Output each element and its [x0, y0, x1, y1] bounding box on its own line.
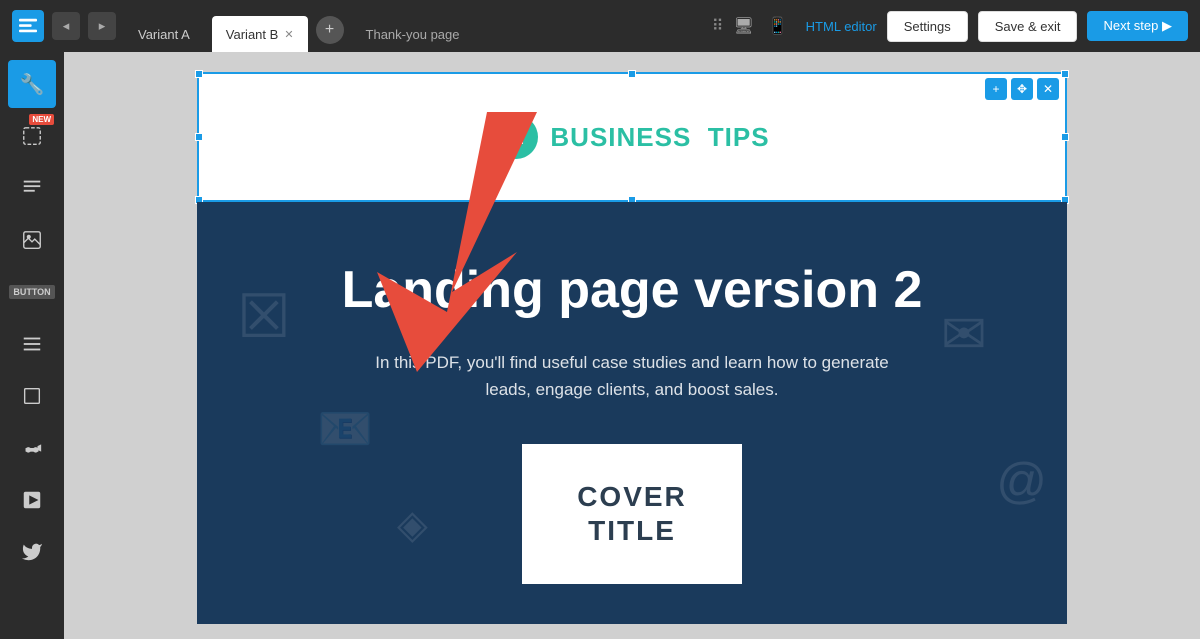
- bg-icon-5: ◈: [397, 502, 428, 548]
- logo-accent: TIPS: [708, 122, 770, 152]
- play-icon: [21, 489, 43, 511]
- topbar: ◂ ▸ Variant A Variant B ✕ + Thank-you pa…: [0, 0, 1200, 52]
- app-logo: [12, 10, 44, 42]
- tool-selection[interactable]: NEW: [8, 112, 56, 160]
- new-badge: NEW: [29, 114, 54, 125]
- block-controls: + ✥ ✕: [985, 78, 1059, 100]
- block-delete-button[interactable]: ✕: [1037, 78, 1059, 100]
- selection-icon: [21, 125, 43, 147]
- video-icon: [21, 437, 43, 459]
- handle-top-center[interactable]: [628, 70, 636, 78]
- next-step-button[interactable]: Next step ▶: [1087, 11, 1188, 41]
- html-editor-link[interactable]: HTML editor: [806, 19, 877, 34]
- landing-subtext: In this PDF, you'll find useful case stu…: [372, 349, 892, 403]
- left-sidebar: 🔧 NEW BUTTON: [0, 52, 64, 639]
- canvas-area[interactable]: + ✥ ✕ E BUSINESS TIPS: [64, 52, 1200, 639]
- tab-close-icon[interactable]: ✕: [284, 28, 293, 41]
- handle-top-left[interactable]: [195, 70, 203, 78]
- handle-top-right[interactable]: [1061, 70, 1069, 78]
- landing-heading: Landing page version 2: [342, 262, 923, 319]
- topbar-right: ⠿ 🖥 📱 HTML editor Settings Save & exit N…: [712, 11, 1188, 42]
- image-icon: [21, 229, 43, 251]
- page-canvas: + ✥ ✕ E BUSINESS TIPS: [197, 72, 1067, 624]
- back-arrow[interactable]: ◂: [52, 12, 80, 40]
- grid-icon[interactable]: ⠿: [712, 16, 724, 36]
- logo-circle: E: [494, 115, 538, 159]
- block-move-button[interactable]: ✥: [1011, 78, 1033, 100]
- handle-mid-right[interactable]: [1061, 133, 1069, 141]
- tool-video[interactable]: [8, 424, 56, 472]
- header-block[interactable]: + ✥ ✕ E BUSINESS TIPS: [197, 72, 1067, 202]
- desktop-icon[interactable]: 🖥: [733, 16, 753, 36]
- settings-button[interactable]: Settings: [887, 11, 968, 42]
- logo-area: E BUSINESS TIPS: [494, 115, 769, 159]
- tool-play[interactable]: [8, 476, 56, 524]
- save-exit-button[interactable]: Save & exit: [978, 11, 1078, 42]
- cover-box: COVER TITLE: [522, 444, 742, 584]
- tool-divider[interactable]: [8, 320, 56, 368]
- device-switcher: 🖥 📱: [733, 16, 787, 36]
- tool-wrench[interactable]: 🔧: [8, 60, 56, 108]
- mobile-icon[interactable]: 📱: [768, 16, 788, 36]
- text-icon: [21, 177, 43, 199]
- tab-variant-a[interactable]: Variant A: [124, 16, 204, 52]
- cover-title: COVER TITLE: [577, 480, 687, 547]
- tool-social[interactable]: [8, 528, 56, 576]
- tab-variant-b[interactable]: Variant B ✕: [212, 16, 308, 52]
- divider-icon: [21, 333, 43, 355]
- block-add-button[interactable]: +: [985, 78, 1007, 100]
- bg-icon-3: ✉: [941, 302, 987, 366]
- tool-image[interactable]: [8, 216, 56, 264]
- tool-button[interactable]: BUTTON: [8, 268, 56, 316]
- tab-thank-you[interactable]: Thank-you page: [352, 16, 474, 52]
- bg-icon-1: ☒: [237, 282, 291, 352]
- tool-text[interactable]: [8, 164, 56, 212]
- box-icon: [21, 385, 43, 407]
- twitter-icon: [21, 541, 43, 563]
- logo-text: BUSINESS TIPS: [550, 122, 769, 153]
- forward-arrow[interactable]: ▸: [88, 12, 116, 40]
- main-area: 🔧 NEW BUTTON: [0, 52, 1200, 639]
- add-tab-button[interactable]: +: [316, 16, 344, 44]
- tool-box[interactable]: [8, 372, 56, 420]
- content-block: ☒ 📧 ✉ @ ◈ Landing page version 2 In this…: [197, 202, 1067, 624]
- bg-icon-2: 📧: [317, 402, 373, 455]
- topbar-left: ◂ ▸ Variant A Variant B ✕ + Thank-you pa…: [12, 0, 704, 52]
- handle-mid-left[interactable]: [195, 133, 203, 141]
- bg-icon-4: @: [996, 452, 1047, 510]
